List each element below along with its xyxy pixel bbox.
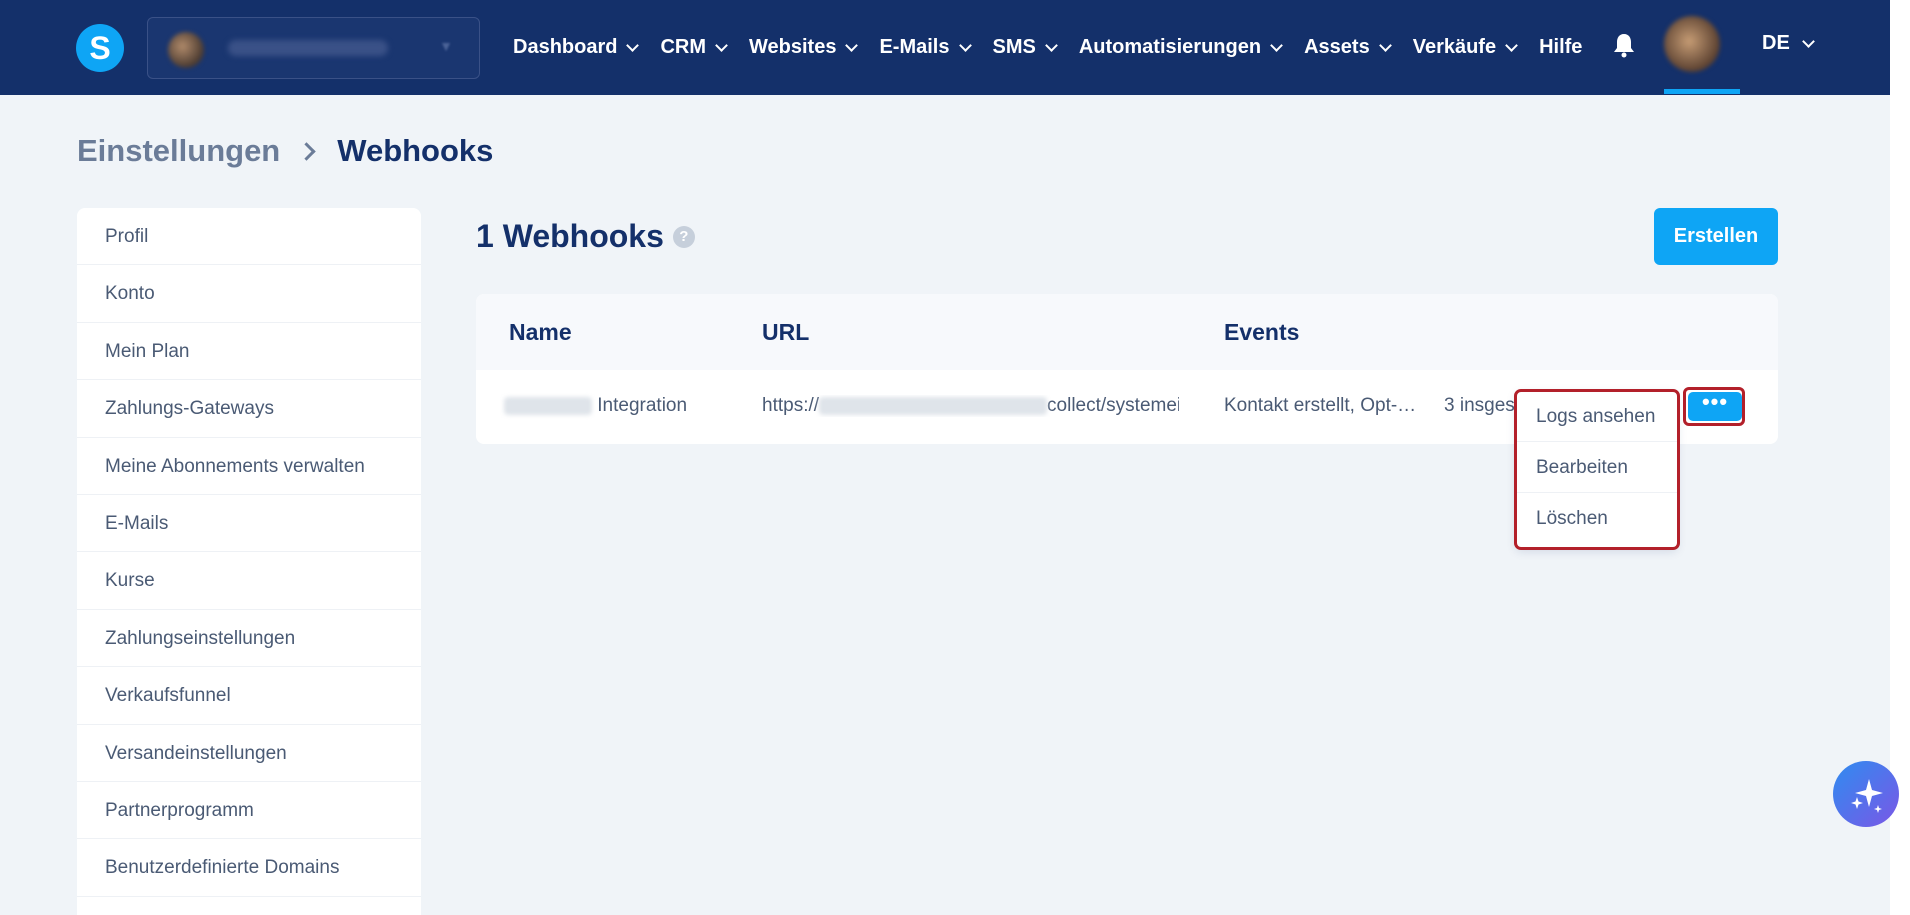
nav-label: Verkäufe [1412,36,1497,58]
workspace-switcher[interactable]: ▼ [147,17,480,79]
sidebar-item-emails[interactable]: E-Mails [77,495,421,553]
nav-label: E-Mails [879,36,950,58]
chevron-down-icon [626,38,640,52]
sidebar-item-zahlungs-gateways[interactable]: Zahlungs-Gateways [77,380,421,438]
sidebar-item-kurse[interactable]: Kurse [77,552,421,610]
sidebar-item-mein-plan[interactable]: Mein Plan [77,323,421,381]
breadcrumb: Einstellungen Webhooks [77,133,493,169]
webhooks-count-title: 1 Webhooks [476,218,664,254]
sidebar-item-konto[interactable]: Konto [77,265,421,323]
sidebar-item-profil[interactable]: Profil [77,208,421,266]
chevron-down-icon [1378,38,1392,52]
create-button[interactable]: Erstellen [1654,208,1778,265]
chevron-down-icon: ▼ [439,38,453,54]
chevron-down-icon [1044,38,1058,52]
bell-icon[interactable] [1612,32,1636,58]
url-prefix: https:// [762,395,820,416]
nav-assets[interactable]: Assets [1304,36,1392,59]
nav-crm[interactable]: CRM [660,36,728,59]
webhook-name-suffix: Integration [597,395,688,416]
chevron-right-icon [297,141,316,161]
nav-label: CRM [660,36,707,58]
sidebar-item-partnerprogramm[interactable]: Partnerprogramm [77,782,421,840]
nav-label: Websites [749,36,837,58]
nav-emails[interactable]: E-Mails [879,36,972,59]
redacted-text [819,396,1048,415]
url-suffix: collect/systemeio [1047,395,1179,416]
webhook-name-cell: Integration [504,395,687,417]
nav-websites[interactable]: Websites [749,36,859,59]
top-navbar: S ▼ Dashboard CRM Websites E-Mails SMS A… [0,0,1890,95]
chevron-down-icon [1505,38,1518,52]
webhook-events-cell: Kontakt erstellt, Opt-… [1224,395,1417,416]
nav-label: Assets [1304,36,1370,58]
nav-sms[interactable]: SMS [992,36,1058,59]
chevron-down-icon [1270,38,1283,52]
nav-automatisierungen[interactable]: Automatisierungen [1078,36,1283,59]
redacted-text [504,396,592,415]
table-header: Name URL Events [476,294,1778,370]
active-indicator [1664,89,1740,94]
highlight-box [1514,389,1680,550]
webhook-url-cell: https:// collect/systemeio [762,395,1179,417]
highlight-box [1683,387,1745,426]
language-switcher[interactable]: DE [1762,32,1815,55]
header-url: URL [762,319,810,345]
page-title: Webhooks [337,133,494,168]
sidebar-item-abonnements[interactable]: Meine Abonnements verwalten [77,438,421,495]
nav-dashboard[interactable]: Dashboard [513,36,640,59]
nav-verkaeufe[interactable]: Verkäufe [1412,36,1518,59]
nav-label: Dashboard [513,36,618,58]
chevron-down-icon [1801,34,1815,48]
settings-sidebar: Profil Konto Mein Plan Zahlungs-Gateways… [77,208,421,915]
chevron-down-icon [715,38,728,52]
sidebar-item-versandeinstellungen[interactable]: Versandeinstellungen [77,725,421,782]
breadcrumb-parent[interactable]: Einstellungen [77,133,280,169]
nav-hilfe[interactable]: Hilfe [1539,36,1582,59]
help-icon[interactable]: ? [672,225,695,248]
webhooks-heading: 1 Webhooks ? [476,218,695,255]
workspace-avatar [168,32,204,68]
app-logo[interactable]: S [76,24,124,72]
sidebar-item-zahlungseinstellungen[interactable]: Zahlungseinstellungen [77,610,421,668]
nav-label: SMS [992,36,1036,58]
sparkle-icon [1851,779,1883,813]
header-name: Name [509,319,572,345]
chevron-down-icon [958,38,972,52]
sidebar-item-domains[interactable]: Benutzerdefinierte Domains [77,839,421,897]
nav-label: Hilfe [1539,36,1583,58]
webhook-events-count: 3 insgesamt [1444,395,1516,416]
user-avatar[interactable] [1664,16,1720,72]
header-events: Events [1224,319,1300,345]
ai-assistant-button[interactable] [1833,761,1899,827]
chevron-down-icon [845,38,859,52]
nav-label: Automatisierungen [1078,36,1262,58]
workspace-name-redacted [228,40,388,56]
main-nav: Dashboard CRM Websites E-Mails SMS Autom… [513,0,1605,95]
language-label: DE [1762,32,1790,54]
sidebar-item-verkaufsfunnel[interactable]: Verkaufsfunnel [77,667,421,725]
